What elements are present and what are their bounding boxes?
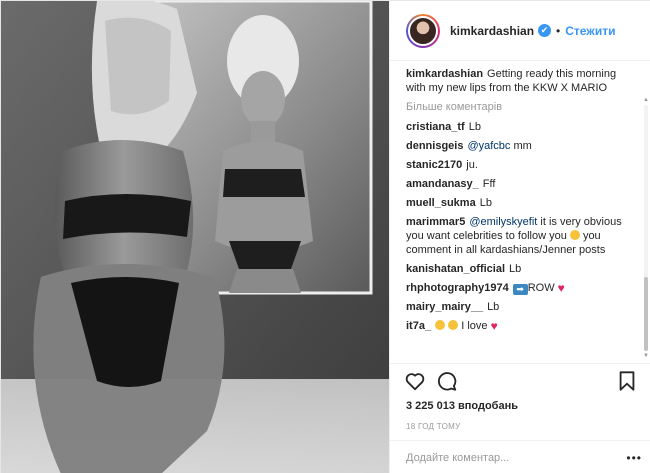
comment-text: Lb [509, 263, 522, 275]
comment-item: cristiana_tf Lb [406, 120, 638, 134]
comment-username[interactable]: it7a_ [406, 320, 431, 332]
comment-text: Lb [487, 301, 500, 313]
sweat-smile-emoji-icon [569, 230, 580, 240]
post-actions: 3 225 013 вподобань 18 ГОД ТОМУ ••• [390, 363, 650, 473]
scroll-thumb[interactable] [644, 277, 648, 351]
comment-text: mm [513, 140, 532, 152]
heart-eyes-emoji-icon [448, 320, 459, 330]
comment-text: Fff [482, 178, 496, 190]
red-heart-emoji-icon: ♥ [557, 281, 565, 295]
scroll-down-arrow-icon[interactable]: ▼ [643, 353, 649, 359]
post-image [1, 1, 389, 473]
post-sidebar: kimkardashian ✔ • Стежити kimkardashian G… [389, 1, 650, 473]
action-icons [404, 370, 638, 394]
post-photo[interactable] [1, 1, 389, 473]
avatar-ring[interactable] [406, 13, 440, 48]
header-separator: • [556, 23, 561, 38]
instagram-post: kimkardashian ✔ • Стежити kimkardashian G… [0, 0, 650, 473]
comment-username[interactable]: rhphotography1974 [406, 282, 509, 294]
header-username[interactable]: kimkardashian [450, 24, 534, 38]
smirk-emoji-icon [435, 320, 446, 330]
comment-username[interactable]: mairy_mairy__ [406, 301, 483, 313]
comment-item: mairy_mairy__ Lb [406, 300, 638, 314]
comment-username[interactable]: kanishatan_official [406, 263, 505, 275]
comment-item: stanic2170 ju. [406, 158, 638, 172]
comment-item: rhphotography1974 ➡ ROW ♥ [406, 281, 638, 295]
comment-item: amandanasy_ Fff [406, 177, 638, 191]
comment-item: it7a_ I love ♥ [406, 319, 638, 333]
comment-text: I love [461, 320, 488, 332]
follow-button[interactable]: Стежити [565, 24, 615, 38]
comments-list: kimkardashian Getting ready this morning … [406, 67, 638, 357]
comment-bubble-icon[interactable] [436, 370, 458, 392]
comment-item: marimmar5 @emilyskyefit it is very obviou… [406, 215, 638, 257]
comment-mention[interactable]: @yafcbc [467, 140, 510, 152]
scroll-up-arrow-icon[interactable]: ▲ [643, 97, 649, 103]
comment-text: Lb [468, 121, 481, 133]
comment-text: Lb [479, 197, 492, 209]
comment-username[interactable]: stanic2170 [406, 159, 462, 171]
comment-username[interactable]: muell_sukma [406, 197, 476, 209]
post-header: kimkardashian ✔ • Стежити [390, 1, 650, 61]
comment-username[interactable]: cristiana_tf [406, 121, 465, 133]
comment-item: kanishatan_official Lb [406, 262, 638, 276]
add-comment-input[interactable] [406, 449, 626, 467]
comments-scrollbar[interactable]: ▲ ▼ [643, 97, 649, 359]
load-more-comments[interactable]: Більше коментарів [406, 101, 638, 113]
like-heart-icon[interactable] [404, 370, 426, 392]
comment-item: muell_sukma Lb [406, 196, 638, 210]
comment-text: ju. [466, 159, 478, 171]
comment-item: dennisgeis @yafcbc mm [406, 139, 638, 153]
comment-username[interactable]: dennisgeis [406, 140, 463, 152]
comment-username[interactable]: amandanasy_ [406, 178, 479, 190]
caption-username[interactable]: kimkardashian [406, 68, 483, 80]
avatar[interactable] [408, 15, 438, 46]
right-arrow-emoji-icon: ➡ [512, 284, 528, 295]
scroll-track[interactable] [644, 105, 648, 351]
bookmark-icon[interactable] [616, 370, 638, 392]
red-heart-emoji-icon: ♥ [490, 319, 498, 333]
more-options-icon[interactable]: ••• [626, 452, 642, 464]
post-caption: kimkardashian Getting ready this morning … [406, 67, 638, 95]
comment-text: ROW [527, 282, 555, 294]
post-timestamp[interactable]: 18 ГОД ТОМУ [406, 422, 461, 431]
likes-count[interactable]: 3 225 013 вподобань [406, 400, 518, 412]
verified-icon: ✔ [538, 24, 552, 37]
comment-mention[interactable]: @emilyskyefit [469, 216, 537, 228]
add-comment-section: ••• [390, 440, 650, 473]
comment-username[interactable]: marimmar5 [406, 216, 465, 228]
